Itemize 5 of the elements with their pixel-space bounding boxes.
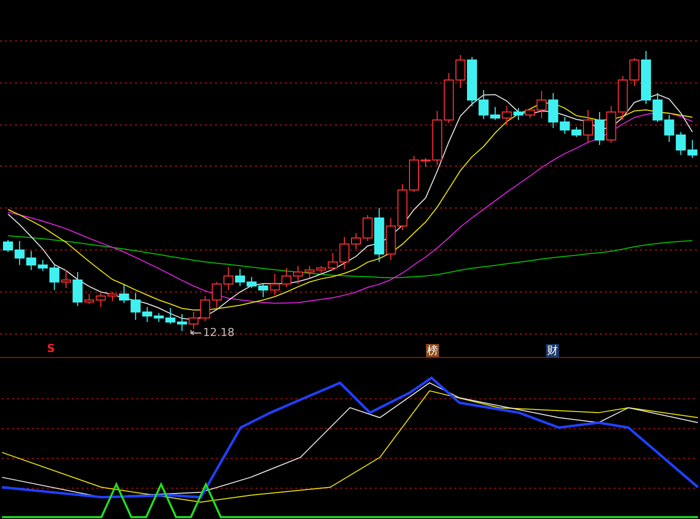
signal-marker: S — [47, 342, 55, 355]
event-badge: 榜 — [426, 344, 439, 357]
arrow-left-icon — [190, 328, 202, 336]
event-badge: 财 — [546, 344, 559, 357]
low-price-label: 12.18 — [203, 326, 234, 339]
